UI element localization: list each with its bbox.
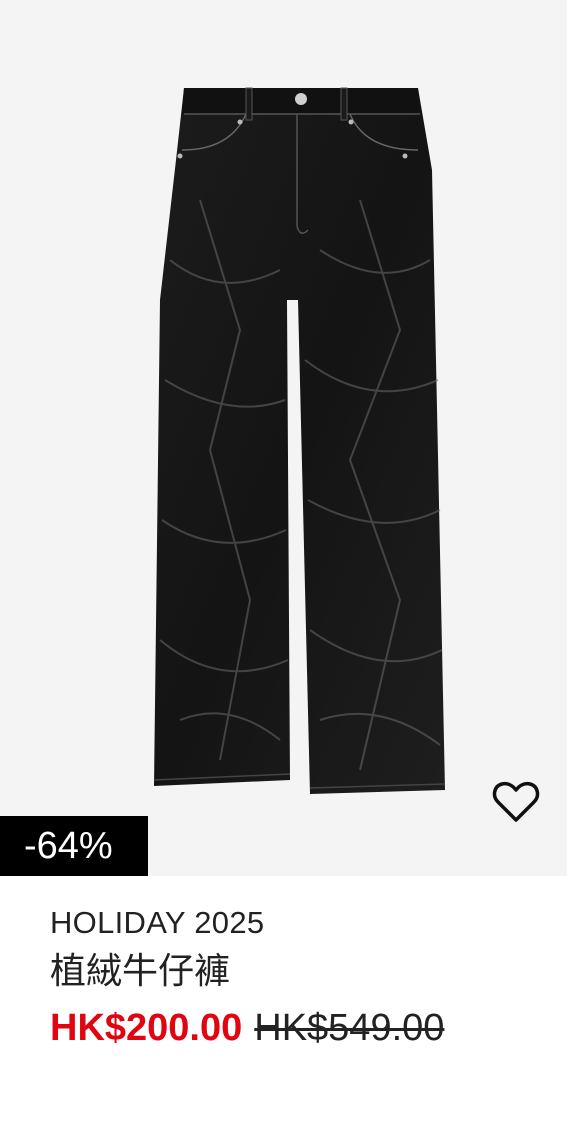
product-card[interactable]: -64% HOLIDAY 2025 植絨牛仔褲 HK$200.00 HK$549.… [0, 0, 567, 1136]
product-info: HOLIDAY 2025 植絨牛仔褲 HK$200.00 HK$549.00 [50, 900, 557, 1062]
sale-price: HK$200.00 [50, 1007, 243, 1049]
original-price: HK$549.00 [254, 1007, 445, 1049]
favorite-button[interactable] [492, 780, 544, 832]
jeans-image [153, 87, 446, 794]
product-image-area[interactable]: -64% [0, 0, 567, 876]
price-row: HK$200.00 HK$549.00 [50, 1002, 557, 1062]
product-collection: HOLIDAY 2025 [50, 905, 265, 940]
discount-badge: -64% [0, 816, 148, 876]
product-title[interactable]: 植絨牛仔褲 [50, 946, 557, 998]
heart-outline-icon [492, 781, 540, 822]
